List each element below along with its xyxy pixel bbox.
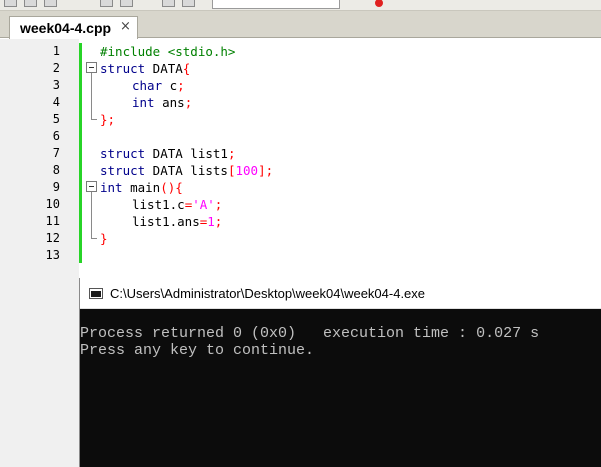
identifier: ans	[154, 95, 185, 110]
line-number: 12	[45, 231, 60, 245]
identifier: c	[162, 78, 178, 93]
stop-icon[interactable]	[375, 0, 383, 7]
line-number: 7	[52, 146, 60, 160]
operator: };	[100, 112, 116, 127]
operator: (){	[160, 180, 183, 195]
code-line-4: int ans;	[132, 94, 192, 111]
toolbar	[0, 0, 601, 11]
string-literal: 'A'	[192, 197, 215, 212]
line-number: 2	[52, 61, 60, 75]
change-marker-bar	[79, 43, 82, 263]
line-number: 5	[52, 112, 60, 126]
toolbar-icon[interactable]	[100, 0, 113, 7]
fold-icon[interactable]	[86, 181, 97, 192]
identifier: DATA lists	[145, 163, 228, 178]
line-number: 1	[52, 44, 60, 58]
identifier: DATA list1	[145, 146, 228, 161]
number-literal: 1	[207, 214, 215, 229]
fold-icon[interactable]	[86, 62, 97, 73]
operator: ;	[227, 146, 236, 161]
toolbar-icon[interactable]	[162, 0, 175, 7]
close-icon[interactable]: ×	[120, 19, 131, 34]
code-line-1: #include <stdio.h>	[100, 43, 235, 60]
line-number: 4	[52, 95, 60, 109]
tab-label: week04-4.cpp	[20, 20, 112, 36]
line-number: 10	[45, 197, 60, 211]
console-window-icon	[89, 288, 103, 299]
code-line-11: list1.ans=1;	[132, 213, 222, 230]
operator: {	[182, 61, 191, 76]
console-output-line: Process returned 0 (0x0) execution time …	[80, 325, 540, 342]
line-number: 3	[52, 78, 60, 92]
operator: ;	[177, 78, 185, 93]
number-literal: 100	[235, 163, 259, 178]
type-keyword: char	[132, 78, 163, 93]
fold-guide-end	[91, 238, 97, 239]
operator: ;	[214, 197, 223, 212]
keyword: struct	[100, 163, 146, 178]
code-line-9: int main(){	[100, 179, 183, 196]
identifier: list1.ans	[132, 214, 200, 229]
toolbar-icon[interactable]	[4, 0, 17, 7]
operator: }	[100, 231, 108, 246]
operator: ;	[214, 214, 223, 229]
code-line-2: struct DATA{	[100, 60, 190, 77]
code-line-5: };	[100, 111, 115, 128]
toolbar-icon[interactable]	[44, 0, 57, 7]
keyword: struct	[100, 61, 146, 76]
operator: ;	[184, 95, 193, 110]
operator: ];	[258, 163, 274, 178]
fold-guide	[91, 73, 92, 119]
toolbar-icon[interactable]	[182, 0, 195, 7]
code-line-12: }	[100, 230, 108, 247]
console-output-line: Press any key to continue.	[80, 342, 315, 359]
preprocessor-directive: #include <stdio.h>	[100, 44, 236, 59]
toolbar-icon[interactable]	[24, 0, 37, 7]
line-number-gutter: 1 2 3 4 5 6 7 8 9 10 11 12 13	[0, 39, 79, 467]
line-number: 9	[52, 180, 60, 194]
console-titlebar[interactable]: C:\Users\Administrator\Desktop\week04\we…	[80, 278, 601, 309]
console-window[interactable]: C:\Users\Administrator\Desktop\week04\we…	[79, 278, 601, 467]
code-line-10: list1.c='A';	[132, 196, 222, 213]
toolbar-icon[interactable]	[120, 0, 133, 7]
code-line-8: struct DATA lists[100];	[100, 162, 273, 179]
type-keyword: int	[132, 95, 155, 110]
line-number: 6	[52, 129, 60, 143]
toolbar-combo[interactable]	[212, 0, 340, 9]
tab-week04-4[interactable]: week04-4.cpp ×	[9, 16, 138, 39]
code-line-7: struct DATA list1;	[100, 145, 235, 162]
type-keyword: int	[100, 180, 123, 195]
line-number: 8	[52, 163, 60, 177]
fold-guide	[91, 192, 92, 238]
keyword: struct	[100, 146, 146, 161]
identifier: list1.c	[132, 197, 185, 212]
line-number: 13	[45, 248, 60, 262]
code-line-3: char c;	[132, 77, 185, 94]
line-number: 11	[45, 214, 60, 228]
identifier: DATA	[145, 61, 183, 76]
console-title: C:\Users\Administrator\Desktop\week04\we…	[110, 286, 426, 301]
identifier: main	[122, 180, 161, 195]
fold-guide-end	[91, 119, 97, 120]
tab-bar: week04-4.cpp ×	[0, 11, 601, 39]
